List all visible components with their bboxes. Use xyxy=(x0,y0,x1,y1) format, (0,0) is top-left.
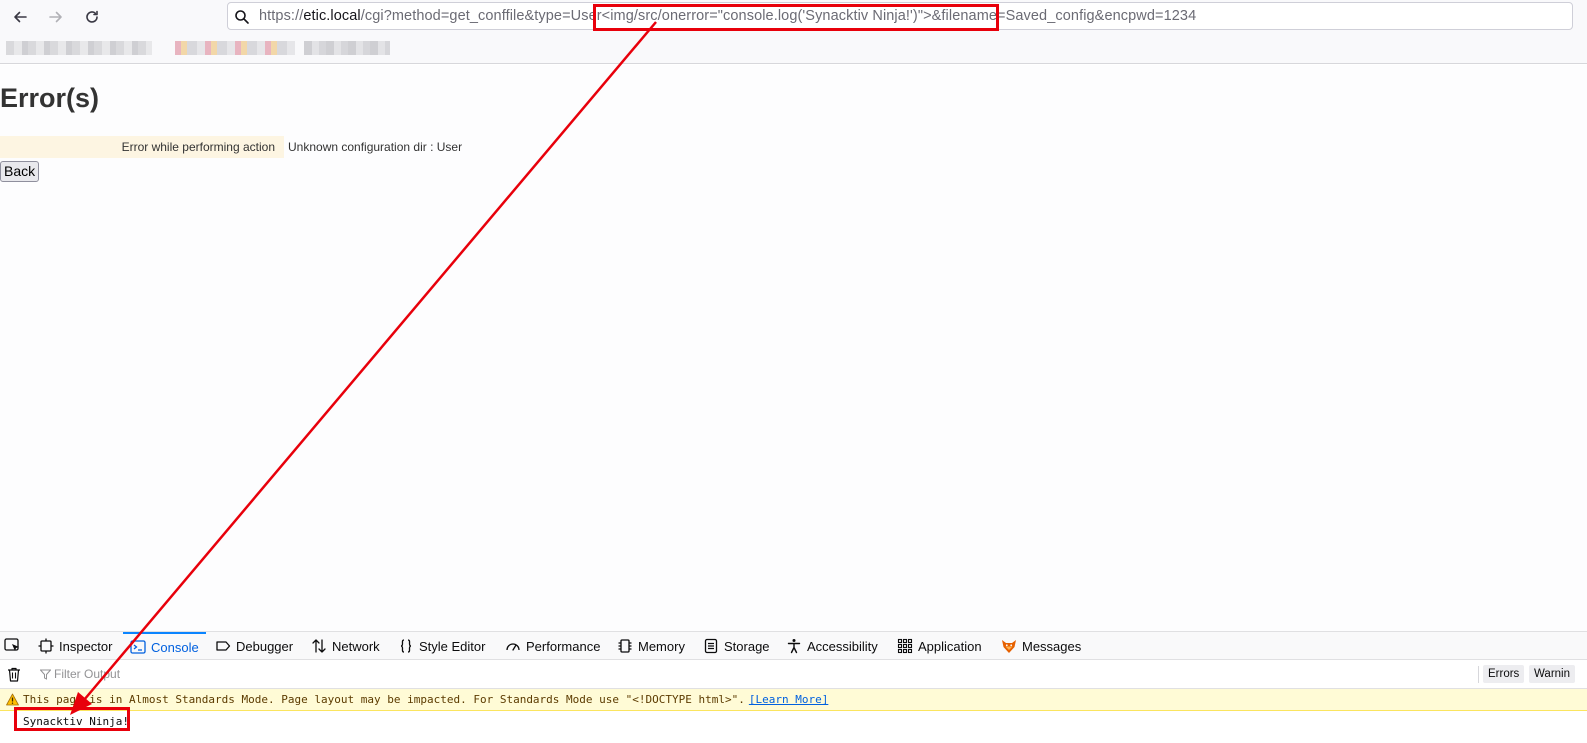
storage-icon xyxy=(704,638,718,654)
tab-label: Performance xyxy=(526,638,601,654)
errors-filter-button[interactable]: Errors xyxy=(1483,665,1525,683)
tab-label: Console xyxy=(151,639,199,655)
url-host: etic.local xyxy=(303,8,361,24)
console-log-row: Synacktiv Ninja! xyxy=(0,711,1587,733)
forward-arrow-icon[interactable] xyxy=(44,5,68,29)
tab-storage[interactable]: Storage xyxy=(703,632,770,660)
back-button[interactable]: Back xyxy=(0,161,40,182)
page-title: Error(s) xyxy=(0,83,100,113)
bookmarks-toolbar xyxy=(0,34,1587,64)
tab-inspector[interactable]: Inspector xyxy=(38,632,112,660)
tab-label: Accessibility xyxy=(807,638,878,654)
tab-label: Memory xyxy=(638,638,685,654)
tab-debugger[interactable]: Debugger xyxy=(215,632,293,660)
tab-performance[interactable]: Performance xyxy=(505,632,600,660)
learn-more-link[interactable]: [Learn More] xyxy=(749,693,828,706)
tab-console[interactable]: Console xyxy=(123,632,206,660)
search-icon xyxy=(235,10,249,24)
bookmark-blurred[interactable] xyxy=(304,41,390,55)
back-arrow-icon[interactable] xyxy=(8,5,32,29)
console-filter-bar: Errors Warnin xyxy=(0,660,1587,689)
tab-memory[interactable]: Memory xyxy=(617,632,685,660)
network-icon xyxy=(312,639,326,653)
filter-input[interactable] xyxy=(54,667,204,681)
tab-label: Style Editor xyxy=(419,638,486,654)
tab-label: Debugger xyxy=(236,638,294,654)
tab-messages[interactable]: Messages xyxy=(1001,632,1081,660)
console-warning-row: This page is in Almost Standards Mode. P… xyxy=(0,689,1587,711)
application-icon xyxy=(897,638,913,654)
filter-divider xyxy=(1478,666,1479,683)
console-icon xyxy=(130,640,146,654)
reload-icon[interactable] xyxy=(80,5,104,29)
warning-message: This page is in Almost Standards Mode. P… xyxy=(23,693,745,706)
error-message: Unknown configuration dir : User xyxy=(288,140,463,154)
warning-text: This page is in Almost Standards Mode. P… xyxy=(23,693,828,706)
accessibility-icon xyxy=(787,639,801,654)
style-editor-icon xyxy=(400,639,412,653)
memory-icon xyxy=(618,639,632,653)
inspector-icon xyxy=(38,638,54,654)
payload-highlight-box xyxy=(593,4,999,31)
page-content: Error(s) Error while performing action U… xyxy=(0,65,1587,631)
tab-label: Network xyxy=(332,638,380,654)
tab-application[interactable]: Application xyxy=(897,632,982,660)
devtools-panel: Inspector Console Debugger Network Style… xyxy=(0,631,1587,743)
bookmark-blurred[interactable] xyxy=(175,41,295,55)
console-output-highlight-box xyxy=(14,707,130,731)
warnings-filter-button[interactable]: Warnin xyxy=(1529,665,1575,683)
filter-field[interactable] xyxy=(40,667,204,681)
tab-label: Inspector xyxy=(59,638,113,654)
tab-label: Storage xyxy=(724,638,770,654)
tab-network[interactable]: Network xyxy=(311,632,380,660)
tab-accessibility[interactable]: Accessibility xyxy=(786,632,878,660)
filter-icon xyxy=(40,669,51,680)
url-prefix: https:// xyxy=(259,8,304,24)
bookmark-blurred[interactable] xyxy=(6,41,152,55)
warning-icon xyxy=(6,693,19,706)
error-label: Error while performing action xyxy=(0,136,284,158)
fox-icon xyxy=(1002,640,1016,653)
performance-icon xyxy=(506,643,520,651)
tab-style-editor[interactable]: Style Editor xyxy=(398,632,485,660)
trash-icon[interactable] xyxy=(7,667,21,682)
debugger-icon xyxy=(216,641,231,651)
tab-label: Messages xyxy=(1022,638,1082,654)
devtools-tabbar: Inspector Console Debugger Network Style… xyxy=(0,632,1587,660)
element-picker-icon[interactable] xyxy=(4,638,22,654)
tab-label: Application xyxy=(918,638,982,654)
